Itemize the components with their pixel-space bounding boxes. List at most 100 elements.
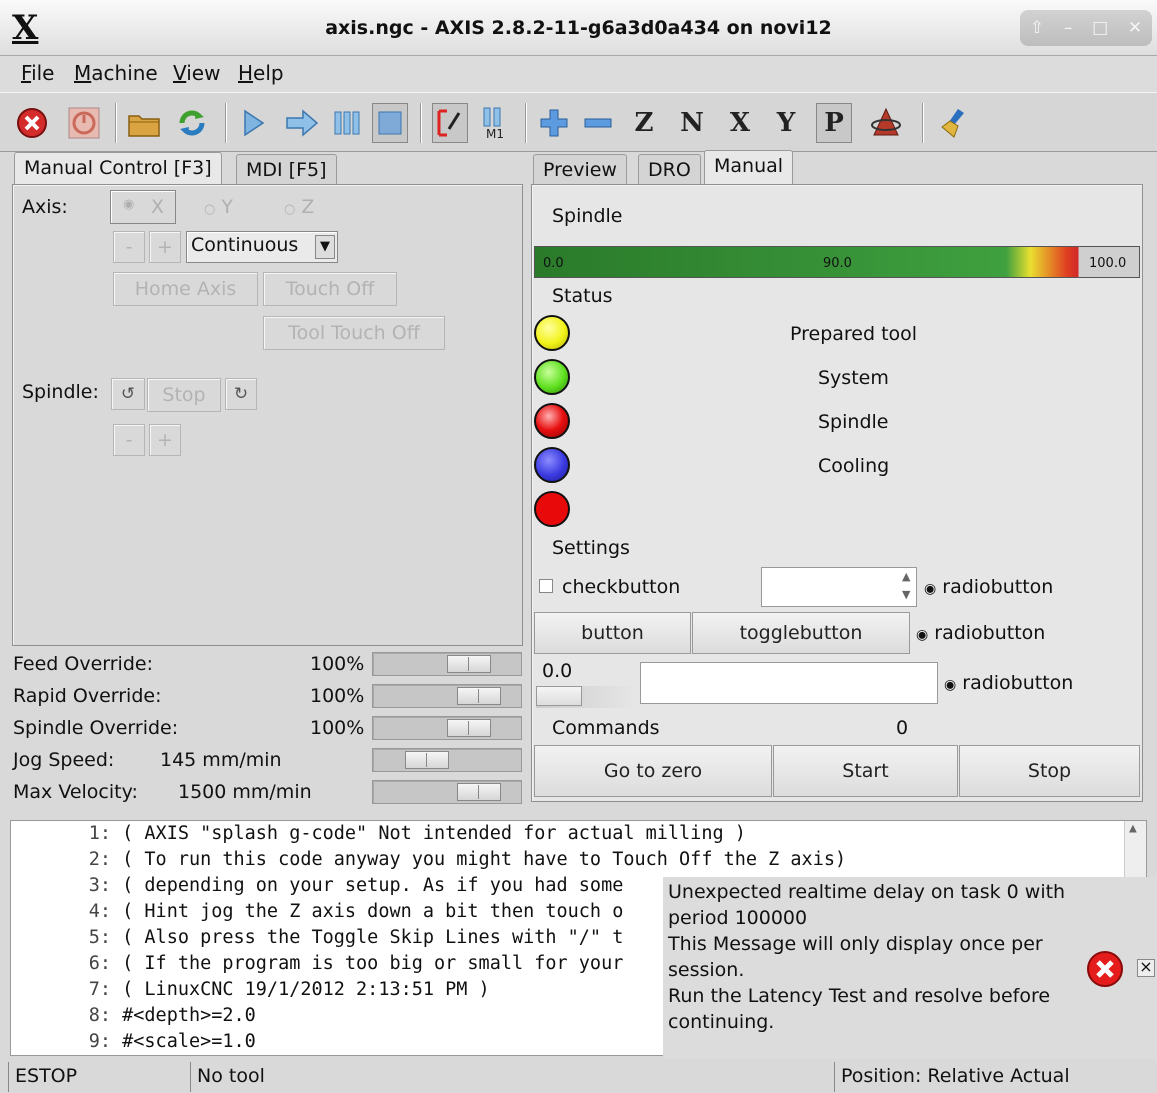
hscale-value: 0.0 xyxy=(542,660,573,682)
tab-manual[interactable]: Manual xyxy=(704,150,794,184)
feed-override-slider[interactable] xyxy=(372,652,522,676)
text-entry[interactable] xyxy=(640,662,938,704)
spindle-label: Spindle: xyxy=(22,381,99,403)
gcode-line: 1: ( AXIS "splash g-code" Not intended f… xyxy=(88,823,746,844)
max-velocity-label: Max Velocity: xyxy=(13,781,138,803)
spindle-plus-button[interactable]: + xyxy=(149,424,181,456)
axis-radio-y[interactable]: ○ Y xyxy=(204,196,233,218)
spindle-override-thumb[interactable] xyxy=(447,719,491,737)
tool-status: No tool xyxy=(190,1062,834,1092)
jog-increment-select[interactable]: Continuous ▼ xyxy=(186,231,338,263)
tab-preview[interactable]: Preview xyxy=(533,154,627,186)
zoom-in-icon[interactable] xyxy=(536,103,572,143)
togglebutton[interactable]: togglebutton xyxy=(692,612,910,654)
gcode-line: 7: ( LinuxCNC 19/1/2012 2:13:51 PM ) xyxy=(88,979,490,1000)
menu-view[interactable]: View xyxy=(167,59,226,87)
bar-max-label: 100.0 xyxy=(1089,256,1127,271)
close-icon[interactable]: ✕ xyxy=(1128,18,1142,38)
spindle-minus-button[interactable]: - xyxy=(113,424,145,456)
hscale[interactable] xyxy=(536,686,636,708)
spindle-ccw-button[interactable]: ↺ xyxy=(111,378,145,410)
view-perspective-icon[interactable]: P xyxy=(816,103,852,143)
menu-file[interactable]: File xyxy=(15,59,60,87)
title-bar[interactable]: X axis.ngc - AXIS 2.8.2-11-g6a3d0a434 on… xyxy=(0,0,1157,56)
menu-help[interactable]: Help xyxy=(232,59,290,87)
bar-mid-label: 90.0 xyxy=(823,256,852,271)
radiobutton-3[interactable]: ◉ radiobutton xyxy=(944,672,1073,694)
jog-plus-button[interactable]: + xyxy=(149,231,181,263)
stop-program-icon[interactable] xyxy=(372,103,408,143)
spindle-ccw-icon: ↺ xyxy=(120,384,136,404)
zoom-out-icon[interactable] xyxy=(580,103,616,143)
tool-touch-off-button[interactable]: Tool Touch Off xyxy=(263,316,445,350)
view-z-icon[interactable]: Z xyxy=(626,103,662,143)
reload-icon[interactable] xyxy=(174,103,210,143)
radiobutton-1[interactable]: ◉ radiobutton xyxy=(924,576,1053,598)
rapid-override-slider[interactable] xyxy=(372,684,522,708)
chevron-down-icon: ▼ xyxy=(315,235,335,259)
go-to-zero-button[interactable]: Go to zero xyxy=(534,745,772,797)
max-velocity-thumb[interactable] xyxy=(457,783,501,801)
spin-down-icon[interactable]: ▼ xyxy=(902,588,910,601)
step-icon[interactable] xyxy=(284,103,320,143)
feed-override-thumb[interactable] xyxy=(447,655,491,673)
up-icon[interactable]: ⇧ xyxy=(1030,18,1044,38)
open-file-icon[interactable] xyxy=(126,103,162,143)
optional-stop-icon[interactable]: M1 xyxy=(478,103,514,143)
estop-icon[interactable] xyxy=(14,103,50,143)
minimize-icon[interactable]: – xyxy=(1064,18,1073,38)
view-y-icon[interactable]: Y xyxy=(768,103,804,143)
view-z-rotated-icon[interactable]: N xyxy=(674,103,710,143)
run-icon[interactable] xyxy=(236,103,272,143)
feed-override-value: 100% xyxy=(310,653,365,675)
notification-line: continuing. xyxy=(668,1011,775,1033)
spindle-cw-button[interactable]: ↻ xyxy=(225,378,257,410)
axis-radio-x[interactable]: ◉ X xyxy=(110,190,176,224)
notification-close-button[interactable]: × xyxy=(1137,959,1155,977)
stop-button[interactable]: Stop xyxy=(959,745,1140,797)
gcode-line: 2: ( To run this code anyway you might h… xyxy=(88,849,847,870)
spindle-override-slider[interactable] xyxy=(372,716,522,740)
tab-dro[interactable]: DRO xyxy=(638,154,701,186)
view-x-icon[interactable]: X xyxy=(722,103,758,143)
maximize-icon[interactable]: □ xyxy=(1092,18,1108,38)
menu-machine[interactable]: Machine xyxy=(68,59,164,87)
machine-power-icon[interactable] xyxy=(66,103,102,143)
axis-radio-z[interactable]: ○ Z xyxy=(284,196,314,218)
checkbutton-box[interactable] xyxy=(539,579,553,593)
home-axis-button[interactable]: Home Axis xyxy=(113,272,258,306)
jog-minus-button[interactable]: - xyxy=(113,231,145,263)
block-delete-icon[interactable] xyxy=(432,103,468,143)
gcode-line: 9: #<scale>=1.0 xyxy=(88,1031,256,1052)
pause-icon[interactable] xyxy=(328,103,364,143)
radiobutton-2[interactable]: ◉ radiobutton xyxy=(916,622,1045,644)
notification-line: period 100000 xyxy=(668,907,808,929)
jog-speed-thumb[interactable] xyxy=(405,751,449,769)
rotate-view-icon[interactable] xyxy=(868,103,904,143)
led-error xyxy=(534,491,570,527)
rapid-override-thumb[interactable] xyxy=(457,687,501,705)
rapid-override-value: 100% xyxy=(310,685,365,707)
button[interactable]: button xyxy=(534,612,691,654)
tab-manual-control[interactable]: Manual Control [F3] xyxy=(14,152,222,186)
max-velocity-slider[interactable] xyxy=(372,780,522,804)
led-label-system: System xyxy=(818,367,889,389)
checkbutton-label[interactable]: checkbutton xyxy=(562,576,680,598)
tab-mdi[interactable]: MDI [F5] xyxy=(236,154,337,186)
led-system xyxy=(534,359,570,395)
clear-live-plot-icon[interactable] xyxy=(936,103,972,143)
scroll-up-icon[interactable]: ▲ xyxy=(1129,821,1137,836)
status-bar: ESTOP No tool Position: Relative Actual xyxy=(0,1060,1157,1093)
spindle-stop-button[interactable]: Stop xyxy=(147,378,221,412)
hscale-thumb[interactable] xyxy=(536,686,582,706)
notification-line: This Message will only display once per xyxy=(668,933,1043,955)
rapid-override-label: Rapid Override: xyxy=(13,685,162,707)
spin-up-icon[interactable]: ▲ xyxy=(902,570,910,583)
notification-line: Run the Latency Test and resolve before xyxy=(668,985,1051,1007)
gcode-line: 8: #<depth>=2.0 xyxy=(88,1005,256,1026)
jog-speed-slider[interactable] xyxy=(372,748,522,772)
led-cooling xyxy=(534,447,570,483)
start-button[interactable]: Start xyxy=(773,745,958,797)
touch-off-button[interactable]: Touch Off xyxy=(263,272,397,306)
spinbutton[interactable]: ▲ ▼ xyxy=(761,567,917,607)
